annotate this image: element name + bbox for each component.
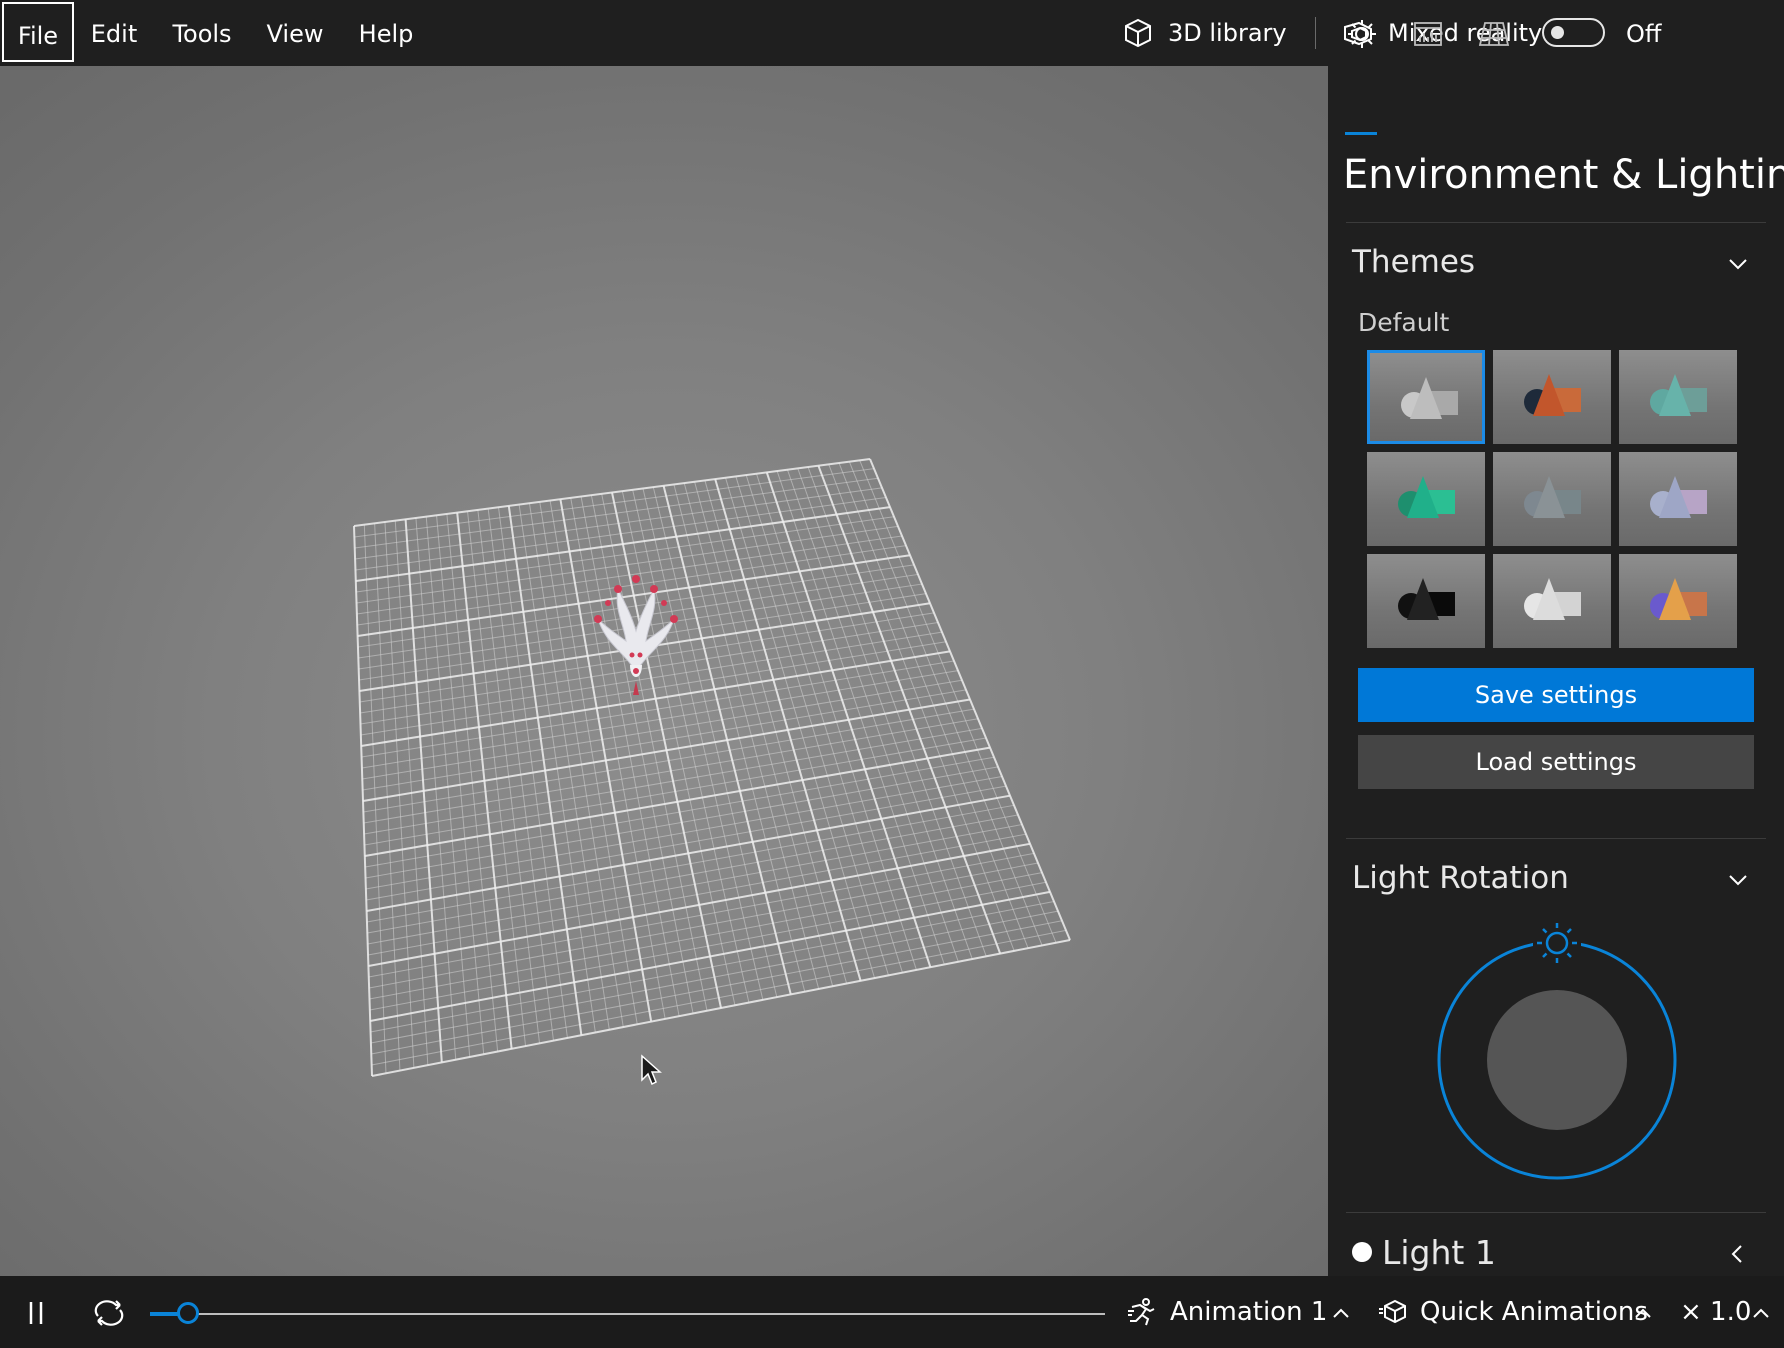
animation-selector[interactable]: Animation 1 [1126, 1276, 1327, 1348]
theme-tile[interactable] [1619, 554, 1737, 648]
speed-label: × 1.0 [1680, 1297, 1752, 1327]
menu-file[interactable]: File [2, 2, 74, 62]
chevron-down-icon[interactable] [1726, 252, 1750, 276]
theme-preview [1524, 578, 1581, 620]
3d-library-label: 3D library [1168, 19, 1287, 47]
menu-edit[interactable]: Edit [88, 0, 140, 66]
grid-line [371, 939, 1071, 1077]
themes-subtitle: Default [1358, 308, 1450, 337]
menu-help[interactable]: Help [357, 0, 415, 66]
3d-viewport[interactable] [0, 66, 1328, 1276]
theme-grid [1367, 350, 1739, 652]
divider [1346, 1212, 1766, 1213]
3d-library-button[interactable]: 3D library [1122, 0, 1287, 66]
stats-icon [1412, 18, 1444, 50]
tab-environment-lighting[interactable] [1344, 16, 1380, 52]
theme-tile[interactable] [1493, 554, 1611, 648]
3d-model[interactable] [594, 575, 678, 695]
sun-icon [1346, 18, 1378, 50]
save-settings-button[interactable]: Save settings [1358, 668, 1754, 722]
divider [1346, 838, 1766, 839]
light-rotation-header[interactable]: Light Rotation [1352, 860, 1569, 896]
theme-preview [1524, 476, 1581, 518]
animation-label: Animation 1 [1170, 1297, 1328, 1327]
grid-line [366, 794, 1011, 912]
theme-tile[interactable] [1493, 350, 1611, 444]
mixed-reality-toggle[interactable] [1542, 18, 1605, 47]
scene-canvas [353, 458, 1071, 1086]
theme-tile[interactable] [1367, 452, 1485, 546]
chevron-left-icon[interactable] [1726, 1242, 1750, 1266]
loop-icon[interactable] [92, 1298, 126, 1328]
timeline-track[interactable] [150, 1313, 1105, 1315]
ground-grid-major [353, 458, 1071, 1077]
cube-icon [1122, 17, 1154, 49]
quick-animations-label: Quick Animations [1420, 1297, 1648, 1327]
mouse-cursor [641, 1054, 662, 1086]
theme-preview [1650, 374, 1707, 416]
light-color-dot [1352, 1242, 1372, 1262]
grid-icon [1478, 18, 1510, 50]
theme-tile[interactable] [1367, 350, 1485, 444]
theme-preview [1398, 578, 1455, 620]
chevron-up-icon[interactable] [1330, 1303, 1352, 1325]
theme-tile[interactable] [1367, 554, 1485, 648]
theme-tile[interactable] [1493, 452, 1611, 546]
chevron-up-icon[interactable] [1632, 1303, 1654, 1325]
theme-preview [1650, 476, 1707, 518]
theme-preview [1650, 578, 1707, 620]
light-rotation-dial[interactable] [1430, 918, 1680, 1180]
grid-line [370, 890, 1051, 1022]
cube-icon [1378, 1298, 1408, 1326]
tab-mesh-grid[interactable] [1476, 16, 1512, 52]
theme-preview [1524, 374, 1581, 416]
toolbar-divider [1315, 17, 1316, 49]
menu-bar: File Edit Tools View Help 3D library Mix… [0, 0, 1784, 66]
themes-header[interactable]: Themes [1352, 244, 1475, 280]
pause-icon[interactable] [22, 1298, 50, 1328]
running-figure-icon [1126, 1297, 1158, 1327]
toggle-knob [1551, 26, 1564, 39]
theme-tile[interactable] [1619, 350, 1737, 444]
active-tab-indicator [1345, 132, 1377, 135]
load-settings-button[interactable]: Load settings [1358, 735, 1754, 789]
mixed-reality-state: Off [1626, 20, 1662, 48]
theme-preview [1401, 377, 1458, 419]
quick-animations-button[interactable]: Quick Animations [1378, 1276, 1648, 1348]
panel-title: Environment & Lighting [1343, 152, 1784, 198]
chevron-up-icon[interactable] [1750, 1303, 1772, 1325]
theme-tile[interactable] [1619, 452, 1737, 546]
divider [1346, 222, 1766, 223]
light-sphere [1487, 990, 1627, 1130]
theme-preview [1398, 476, 1455, 518]
light-1-label[interactable]: Light 1 [1382, 1233, 1496, 1272]
tab-stats[interactable] [1410, 16, 1446, 52]
menu-tools[interactable]: Tools [170, 0, 234, 66]
grid-line [662, 485, 792, 995]
playback-speed[interactable]: × 1.0 [1680, 1276, 1751, 1348]
chevron-down-icon[interactable] [1726, 868, 1750, 892]
menu-view[interactable]: View [266, 0, 324, 66]
